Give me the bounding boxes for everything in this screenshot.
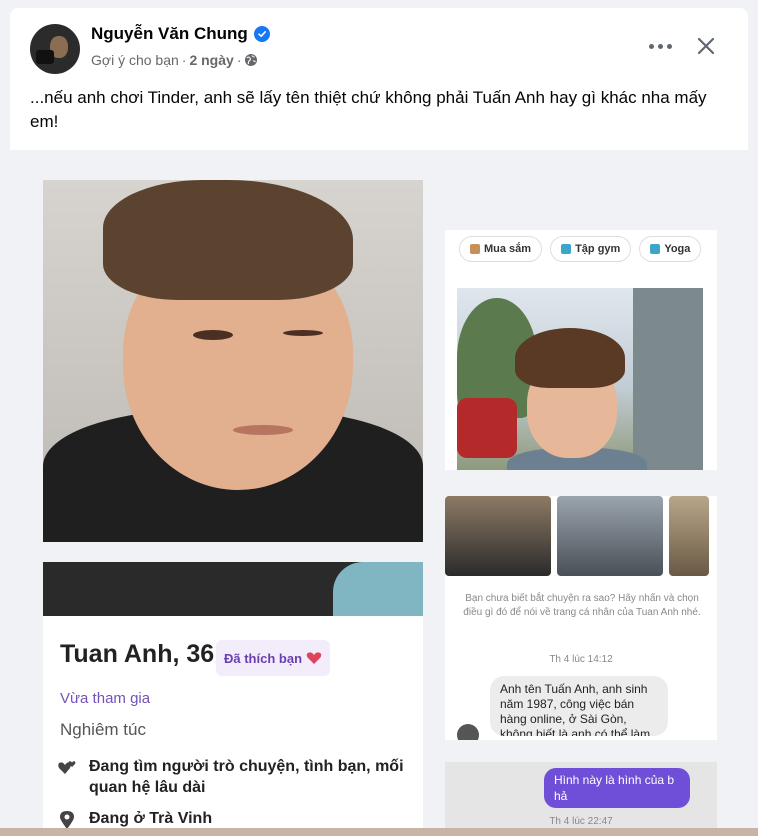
interest-chip: Yoga: [639, 236, 702, 262]
location-label: Đang ở Trà Vinh: [89, 810, 213, 827]
chat-hint: Bạn chưa biết bắt chuyện ra sao? Hãy nhấ…: [463, 593, 701, 618]
globe-icon: [244, 53, 258, 67]
interest-label: Tập gym: [575, 243, 621, 255]
suggestion-label: Gợi ý cho bạn: [91, 52, 179, 68]
close-icon: [697, 37, 715, 55]
post-header: Nguyễn Văn Chung Gợi ý cho bạn · 2 ngày …: [10, 8, 748, 80]
seeking-label: Đang tìm người trò chuyện, tình bạn, mối…: [89, 758, 404, 796]
chat-timestamp: Th 4 lúc 14:12: [549, 654, 613, 665]
interest-chip: Mua sắm: [459, 236, 543, 262]
more-icon: [648, 43, 654, 49]
author-name-row: Nguyễn Văn Chung: [91, 24, 270, 44]
photo-mouth: [233, 425, 293, 435]
yoga-icon: [650, 244, 661, 254]
post-meta: Gợi ý cho bạn · 2 ngày ·: [91, 52, 258, 68]
photo-car: [457, 398, 517, 458]
author-avatar[interactable]: [30, 24, 80, 74]
tinder-profile-card: Tuan Anh, 36 Đã thích bạn Vừa tham gia N…: [43, 616, 423, 836]
author-name[interactable]: Nguyễn Văn Chung: [91, 24, 248, 44]
verified-badge-icon: [253, 26, 270, 42]
post-media: Tuan Anh, 36 Đã thích bạn Vừa tham gia N…: [10, 150, 748, 836]
gym-icon: [561, 244, 572, 254]
shopping-icon: [470, 244, 480, 254]
chat-screenshot[interactable]: Bạn chưa biết bắt chuyện ra sao? Hãy nhấ…: [445, 496, 717, 740]
photo-eye: [283, 330, 323, 336]
location-pin-icon: [60, 811, 74, 829]
avatar-camera: [36, 50, 54, 64]
photo-hair: [515, 328, 625, 388]
more-button[interactable]: [644, 32, 676, 60]
chat-avatar: [457, 724, 479, 740]
post-text: ...nếu anh chơi Tinder, anh sẽ lấy tên t…: [30, 88, 707, 131]
outgoing-message: Hình này là hình của b hả: [544, 768, 690, 808]
bottom-strip: [0, 828, 758, 836]
interest-chips: Mua sắm Tập gym Yoga: [459, 236, 702, 262]
selfie-photo: [457, 288, 703, 470]
meta-separator: ·: [181, 52, 187, 68]
strip-teal: [333, 562, 423, 616]
interest-label: Yoga: [664, 243, 691, 255]
post-card: Nguyễn Văn Chung Gợi ý cho bạn · 2 ngày …: [10, 8, 748, 836]
relationship-icon: [58, 761, 76, 774]
post-time[interactable]: 2 ngày: [189, 52, 233, 68]
profile-name-age: Tuan Anh, 36: [60, 640, 215, 668]
heart-icon: [306, 652, 322, 664]
photo-thumbnails: [445, 496, 709, 576]
thumbnail: [669, 496, 709, 576]
chat-timestamp: Th 4 lúc 22:47: [549, 816, 613, 827]
close-button[interactable]: [690, 30, 722, 62]
intent-label: Nghiêm túc: [60, 720, 146, 739]
interests-photo[interactable]: Mua sắm Tập gym Yoga: [445, 230, 717, 470]
liked-badge-label: Đã thích bạn: [224, 650, 303, 666]
joined-label: Vừa tham gia: [60, 690, 151, 707]
incoming-message: Anh tên Tuấn Anh, anh sinh năm 1987, côn…: [490, 676, 668, 736]
profile-photo[interactable]: [43, 180, 423, 542]
photo-building: [633, 288, 703, 470]
liked-badge: Đã thích bạn: [216, 640, 331, 676]
more-icon-dot: [657, 43, 663, 49]
photo-eye: [193, 330, 233, 340]
thumbnail: [557, 496, 663, 576]
interest-label: Mua sắm: [484, 243, 532, 255]
more-icon-dot: [666, 43, 672, 49]
chat-screenshot-2[interactable]: Hình này là hình của b hả Th 4 lúc 22:47: [445, 762, 717, 836]
interest-chip: Tập gym: [550, 236, 632, 262]
thumbnail: [445, 496, 551, 576]
profile-photo-strip: [43, 562, 423, 616]
photo-hair: [103, 180, 353, 300]
meta-separator-2: ·: [236, 52, 242, 68]
